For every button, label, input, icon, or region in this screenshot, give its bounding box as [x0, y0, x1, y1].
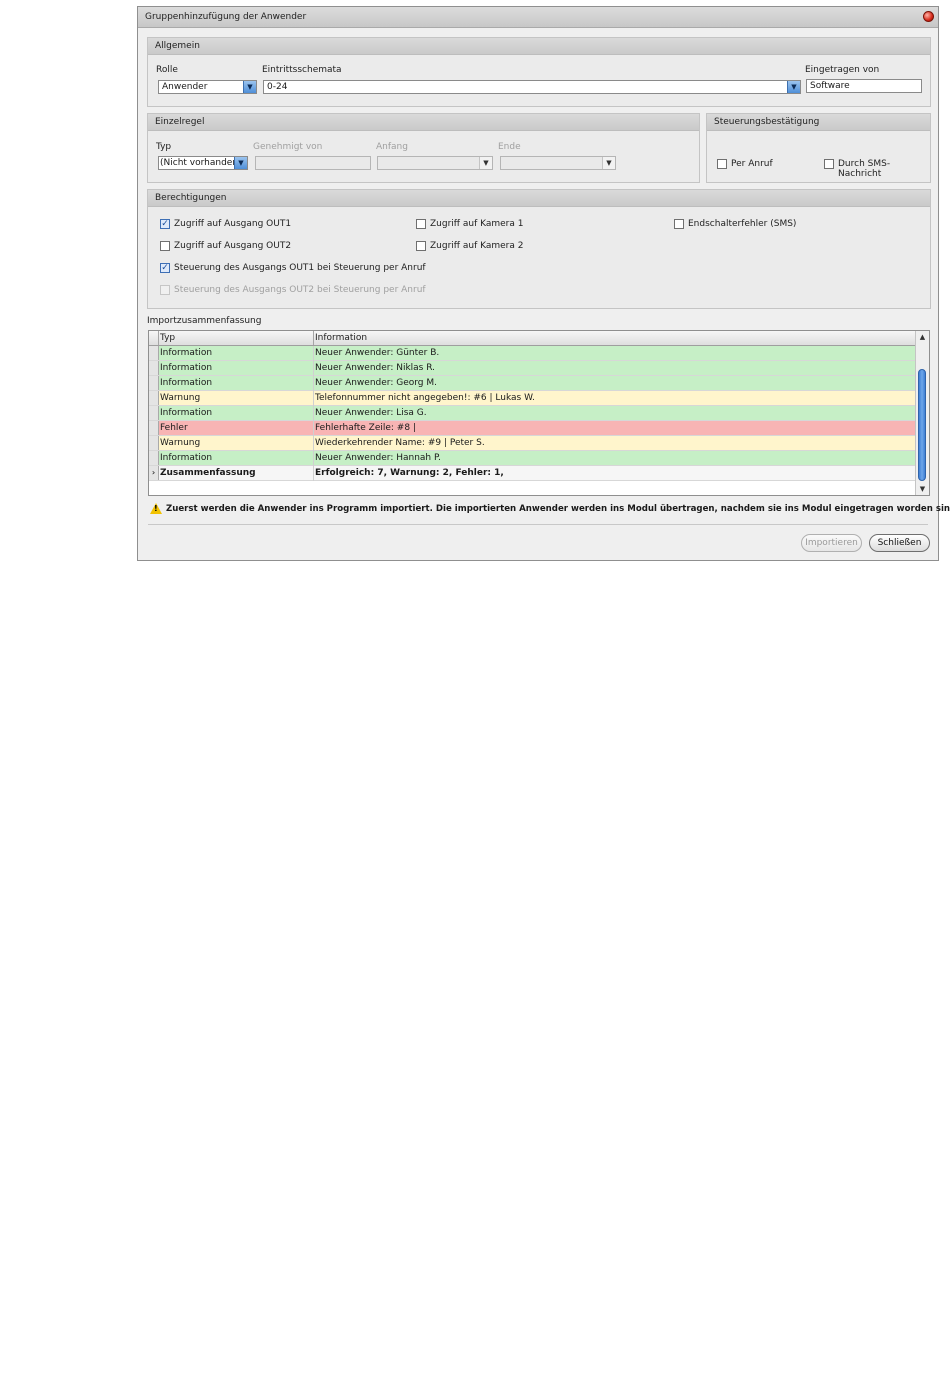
approved-label: Genehmigt von	[253, 142, 323, 152]
close-button[interactable]: Schließen	[869, 534, 930, 552]
row-selector[interactable]	[149, 406, 159, 420]
chevron-down-icon[interactable]: ▼	[234, 157, 247, 169]
group-berechtigungen-title: Berechtigungen	[155, 193, 227, 203]
divider	[148, 524, 928, 525]
registered-label: Eingetragen von	[805, 65, 880, 75]
role-label: Rolle	[156, 65, 178, 75]
row-selector[interactable]	[149, 346, 159, 360]
table-row[interactable]: Information Neuer Anwender: Günter B.	[149, 346, 916, 361]
row-selector[interactable]	[149, 436, 159, 450]
chevron-down-icon[interactable]: ▼	[602, 157, 615, 169]
start-label: Anfang	[376, 142, 408, 152]
group-steuerung-title: Steuerungsbestätigung	[714, 117, 820, 127]
perm-cam1-label: Zugriff auf Kamera 1	[430, 219, 524, 229]
role-value: Anwender	[162, 82, 208, 92]
perm-out1-checkbox[interactable]: ✓	[160, 219, 170, 229]
table-row[interactable]: Information Neuer Anwender: Georg M.	[149, 376, 916, 391]
typ-select[interactable]: (Nicht vorhanden) ▼	[158, 156, 248, 170]
schema-value: 0-24	[267, 82, 288, 92]
perm-cam2-checkbox[interactable]	[416, 241, 426, 251]
scroll-up-icon[interactable]: ▲	[916, 331, 929, 343]
warning-icon	[150, 503, 162, 514]
end-label: Ende	[498, 142, 521, 152]
typ-label: Typ	[156, 142, 172, 152]
row-selector[interactable]	[149, 376, 159, 390]
typ-value: (Nicht vorhanden)	[160, 158, 242, 168]
perm-out1-label: Zugriff auf Ausgang OUT1	[174, 219, 292, 229]
table-scrollbar[interactable]: ▲ ▼	[915, 331, 929, 495]
registered-value: Software	[810, 81, 850, 91]
perm-ctrl-out1-label: Steuerung des Ausgangs OUT1 bei Steuerun…	[174, 263, 426, 273]
scroll-down-icon[interactable]: ▼	[916, 483, 929, 495]
perm-ctrl-out1-checkbox[interactable]: ✓	[160, 263, 170, 273]
column-header-information[interactable]: Information	[315, 333, 367, 343]
chevron-down-icon[interactable]: ▼	[479, 157, 492, 169]
title-bar[interactable]: Gruppenhinzufügung der Anwender	[138, 7, 938, 28]
row-selector[interactable]	[149, 451, 159, 465]
row-selector[interactable]	[149, 421, 159, 435]
group-steuerung: Steuerungsbestätigung Per Anruf Durch SM…	[706, 113, 931, 183]
row-selector[interactable]	[149, 361, 159, 375]
perm-endswitch-label: Endschalterfehler (SMS)	[688, 219, 797, 229]
import-table[interactable]: Typ Information Information Neuer Anwend…	[148, 330, 930, 496]
import-note-text: Zuerst werden die Anwender ins Programm …	[166, 504, 950, 514]
perm-cam1-checkbox[interactable]	[416, 219, 426, 229]
perm-endswitch-checkbox[interactable]	[674, 219, 684, 229]
scrollbar-thumb[interactable]	[918, 369, 926, 481]
perm-out2-label: Zugriff auf Ausgang OUT2	[174, 241, 292, 251]
table-row[interactable]: Information Neuer Anwender: Niklas R.	[149, 361, 916, 376]
table-row[interactable]: Information Neuer Anwender: Hannah P.	[149, 451, 916, 466]
per-call-checkbox[interactable]	[717, 159, 727, 169]
schema-label: Eintrittsschemata	[262, 65, 342, 75]
table-row[interactable]: Warnung Telefonnummer nicht angegeben!: …	[149, 391, 916, 406]
group-berechtigungen: Berechtigungen ✓ Zugriff auf Ausgang OUT…	[147, 189, 931, 309]
import-dialog: Gruppenhinzufügung der Anwender Allgemei…	[137, 6, 950, 561]
perm-ctrl-out2-label: Steuerung des Ausgangs OUT2 bei Steuerun…	[174, 285, 426, 295]
table-header: Typ Information	[149, 331, 916, 346]
chevron-right-icon[interactable]: ›	[149, 466, 159, 480]
per-call-label: Per Anruf	[731, 159, 773, 169]
group-einzelregel-title: Einzelregel	[155, 117, 205, 127]
chevron-down-icon[interactable]: ▼	[787, 81, 800, 93]
start-select[interactable]: ▼	[377, 156, 493, 170]
perm-ctrl-out2-checkbox[interactable]	[160, 285, 170, 295]
group-allgemein-title: Allgemein	[155, 41, 200, 51]
end-select[interactable]: ▼	[500, 156, 616, 170]
column-header-typ[interactable]: Typ	[160, 333, 175, 343]
perm-out2-checkbox[interactable]	[160, 241, 170, 251]
registered-field[interactable]: Software	[806, 79, 922, 93]
group-allgemein: Allgemein Rolle Anwender ▼ Eintrittssche…	[147, 37, 931, 107]
import-section-label: Importzusammenfassung	[147, 316, 262, 326]
role-select[interactable]: Anwender ▼	[158, 80, 257, 94]
chevron-down-icon[interactable]: ▼	[243, 81, 256, 93]
per-sms-label: Durch SMS-Nachricht	[838, 159, 891, 179]
table-row[interactable]: Fehler Fehlerhafte Zeile: #8 |	[149, 421, 916, 436]
import-button[interactable]: Importieren	[801, 534, 862, 552]
row-selector[interactable]	[149, 391, 159, 405]
per-sms-checkbox[interactable]	[824, 159, 834, 169]
schema-select[interactable]: 0-24 ▼	[263, 80, 801, 94]
window-title: Gruppenhinzufügung der Anwender	[145, 12, 307, 22]
close-icon[interactable]	[923, 11, 934, 22]
table-row[interactable]: Information Neuer Anwender: Lisa G.	[149, 406, 916, 421]
perm-cam2-label: Zugriff auf Kamera 2	[430, 241, 524, 251]
table-row[interactable]: Warnung Wiederkehrender Name: #9 | Peter…	[149, 436, 916, 451]
approved-field[interactable]	[255, 156, 371, 170]
table-row-summary[interactable]: › Zusammenfassung Erfolgreich: 7, Warnun…	[149, 466, 916, 481]
group-einzelregel: Einzelregel Typ (Nicht vorhanden) ▼ Gene…	[147, 113, 700, 183]
